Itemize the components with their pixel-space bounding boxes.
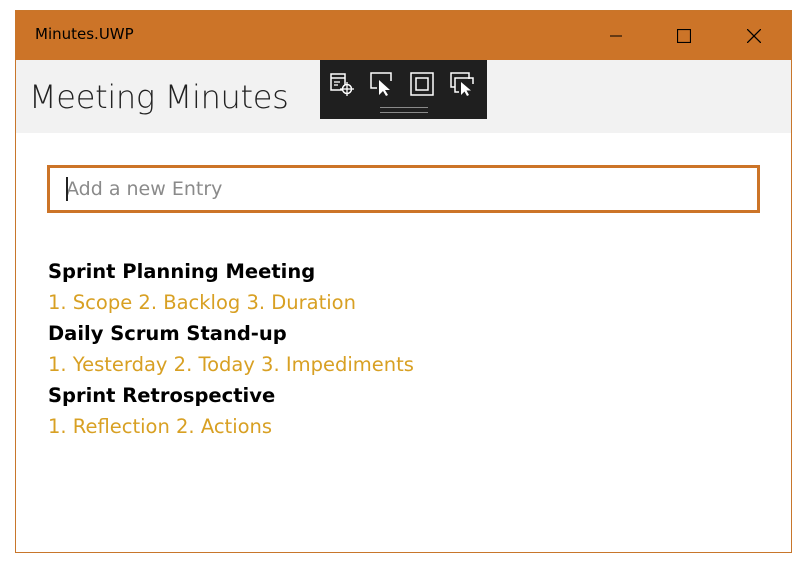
- xaml-debug-toolbar[interactable]: [320, 60, 487, 119]
- maximize-button[interactable]: [661, 11, 707, 60]
- minutes-list: Sprint Planning Meeting 1. Scope 2. Back…: [48, 256, 771, 442]
- toolbar-drag-handle[interactable]: [380, 107, 428, 113]
- title-bar[interactable]: Minutes.UWP: [16, 11, 791, 60]
- entry-title: Sprint Planning Meeting: [48, 260, 316, 283]
- minimize-icon: [610, 35, 622, 36]
- window-title: Minutes.UWP: [35, 25, 134, 43]
- app-window: Minutes.UWP Meeting Minutes Add a new En…: [15, 10, 792, 553]
- text-caret: [66, 177, 68, 201]
- maximize-icon: [677, 28, 691, 43]
- list-item[interactable]: Sprint Retrospective 1. Reflection 2. Ac…: [48, 380, 771, 442]
- entry-agenda: 1. Scope 2. Backlog 3. Duration: [48, 291, 356, 314]
- list-item[interactable]: Sprint Planning Meeting 1. Scope 2. Back…: [48, 256, 771, 318]
- select-element-icon[interactable]: [328, 70, 356, 98]
- list-item[interactable]: Daily Scrum Stand-up 1. Yesterday 2. Tod…: [48, 318, 771, 380]
- new-entry-input[interactable]: [47, 165, 760, 213]
- entry-agenda: 1. Yesterday 2. Today 3. Impediments: [48, 353, 414, 376]
- page-title: Meeting Minutes: [29, 78, 289, 116]
- close-icon: [747, 28, 761, 43]
- entry-title: Sprint Retrospective: [48, 384, 276, 407]
- minimize-button[interactable]: [593, 11, 639, 60]
- entry-title: Daily Scrum Stand-up: [48, 322, 287, 345]
- close-button[interactable]: [731, 11, 777, 60]
- live-visual-tree-icon[interactable]: [448, 70, 476, 98]
- page-header: Meeting Minutes: [16, 60, 791, 133]
- track-focus-icon[interactable]: [408, 70, 436, 98]
- display-layout-adorners-icon[interactable]: [368, 70, 396, 98]
- entry-agenda: 1. Reflection 2. Actions: [48, 415, 273, 438]
